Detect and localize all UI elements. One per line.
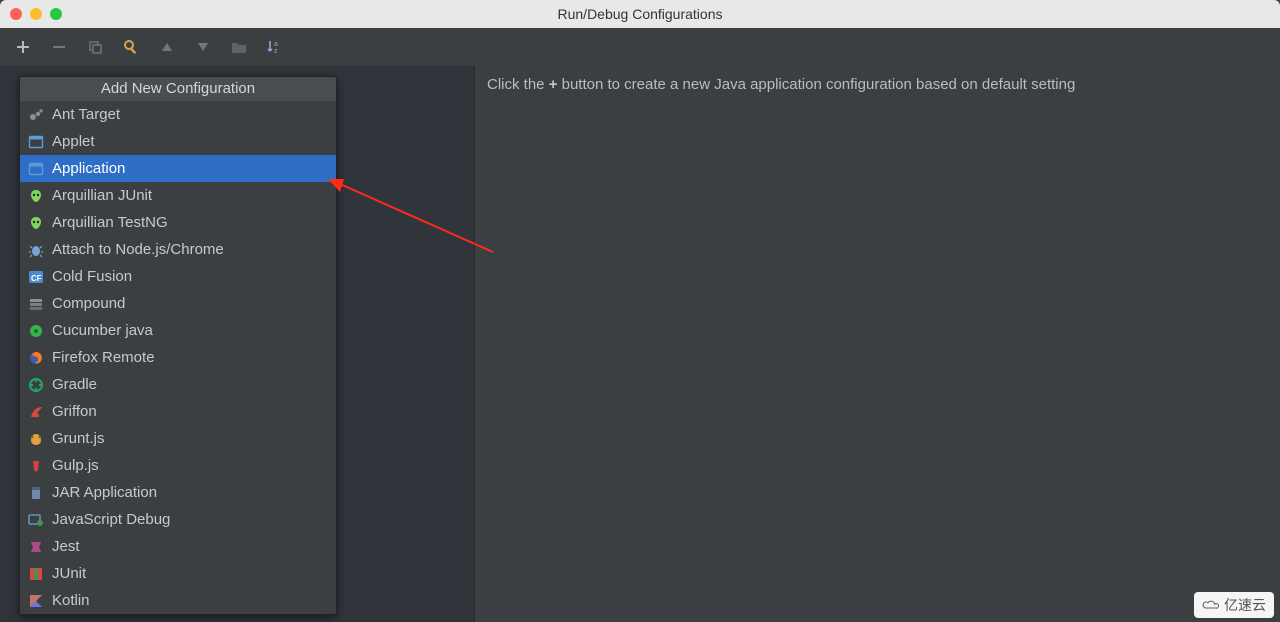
popup-item-label: Grunt.js [52,430,105,447]
add-configuration-popup: Add New Configuration Ant Target Applet Ap… [19,76,337,615]
popup-item[interactable]: Firefox Remote [20,344,336,371]
popup-item-label: Arquillian TestNG [52,214,168,231]
popup-item-label: Arquillian JUnit [52,187,152,204]
config-tree-pane: Add New Configuration Ant Target Applet Ap… [0,66,475,622]
popup-item-label: Attach to Node.js/Chrome [52,241,224,258]
popup-item[interactable]: Applet [20,128,336,155]
popup-item[interactable]: Cucumber java [20,317,336,344]
alien-icon [28,188,44,204]
ant-icon [28,107,44,123]
toolbar: az [0,28,1280,66]
popup-item[interactable]: JUnit [20,560,336,587]
content: Add New Configuration Ant Target Applet Ap… [0,66,1280,622]
popup-header: Add New Configuration [20,77,336,101]
remove-button[interactable] [50,38,68,56]
popup-item-label: Gradle [52,376,97,393]
jest-icon [28,539,44,555]
popup-item[interactable]: Kotlin [20,587,336,614]
popup-item-label: JavaScript Debug [52,511,170,528]
copy-button[interactable] [86,38,104,56]
popup-item[interactable]: JavaScript Debug [20,506,336,533]
sort-button[interactable]: az [266,38,284,56]
popup-item[interactable]: Griffon [20,398,336,425]
gulp-icon [28,458,44,474]
svg-text:a: a [274,41,278,48]
popup-list: Ant Target Applet Application Arquillian JU… [20,101,336,614]
kotlin-icon [28,593,44,609]
junit-icon [28,566,44,582]
popup-item-label: Ant Target [52,106,120,123]
gradle-icon [28,377,44,393]
down-button[interactable] [194,38,212,56]
grunt-icon [28,431,44,447]
window-title: Run/Debug Configurations [0,6,1280,22]
popup-item[interactable]: Arquillian TestNG [20,209,336,236]
popup-item[interactable]: CF Cold Fusion [20,263,336,290]
titlebar: Run/Debug Configurations [0,0,1280,28]
popup-item[interactable]: Attach to Node.js/Chrome [20,236,336,263]
popup-item-label: Cucumber java [52,322,153,339]
popup-item[interactable]: Compound [20,290,336,317]
hint-prefix: Click the [487,76,549,93]
up-button[interactable] [158,38,176,56]
window-icon [28,161,44,177]
details-pane: Click the + button to create a new Java … [475,66,1280,622]
griffon-icon [28,404,44,420]
bug-icon [28,242,44,258]
popup-item-label: Kotlin [52,592,90,609]
firefox-icon [28,350,44,366]
popup-item-label: Cold Fusion [52,268,132,285]
popup-item[interactable]: Gulp.js [20,452,336,479]
cucumber-icon [28,323,44,339]
alien-icon [28,215,44,231]
popup-item[interactable]: Ant Target [20,101,336,128]
stack-icon [28,296,44,312]
svg-text:z: z [274,48,278,55]
popup-item-label: Firefox Remote [52,349,155,366]
jar-icon [28,485,44,501]
popup-item-label: Gulp.js [52,457,99,474]
svg-text:CF: CF [31,274,42,283]
popup-item-label: JAR Application [52,484,157,501]
popup-item[interactable]: JAR Application [20,479,336,506]
watermark: 亿速云 [1194,592,1274,618]
jsdebug-icon [28,512,44,528]
popup-item-label: Jest [52,538,80,555]
watermark-text: 亿速云 [1224,595,1266,615]
cf-icon: CF [28,269,44,285]
popup-item[interactable]: Gradle [20,371,336,398]
popup-item-label: Application [52,160,125,177]
popup-item[interactable]: Grunt.js [20,425,336,452]
popup-item-label: JUnit [52,565,86,582]
window-icon [28,134,44,150]
popup-item[interactable]: Jest [20,533,336,560]
add-button[interactable] [14,38,32,56]
popup-item-label: Applet [52,133,95,150]
popup-item[interactable]: Application [20,155,336,182]
hint-suffix: button to create a new Java application … [557,76,1075,93]
popup-item[interactable]: Arquillian JUnit [20,182,336,209]
empty-hint: Click the + button to create a new Java … [487,76,1268,93]
popup-item-label: Compound [52,295,125,312]
wrench-button[interactable] [122,38,140,56]
folder-button[interactable] [230,38,248,56]
popup-item-label: Griffon [52,403,97,420]
